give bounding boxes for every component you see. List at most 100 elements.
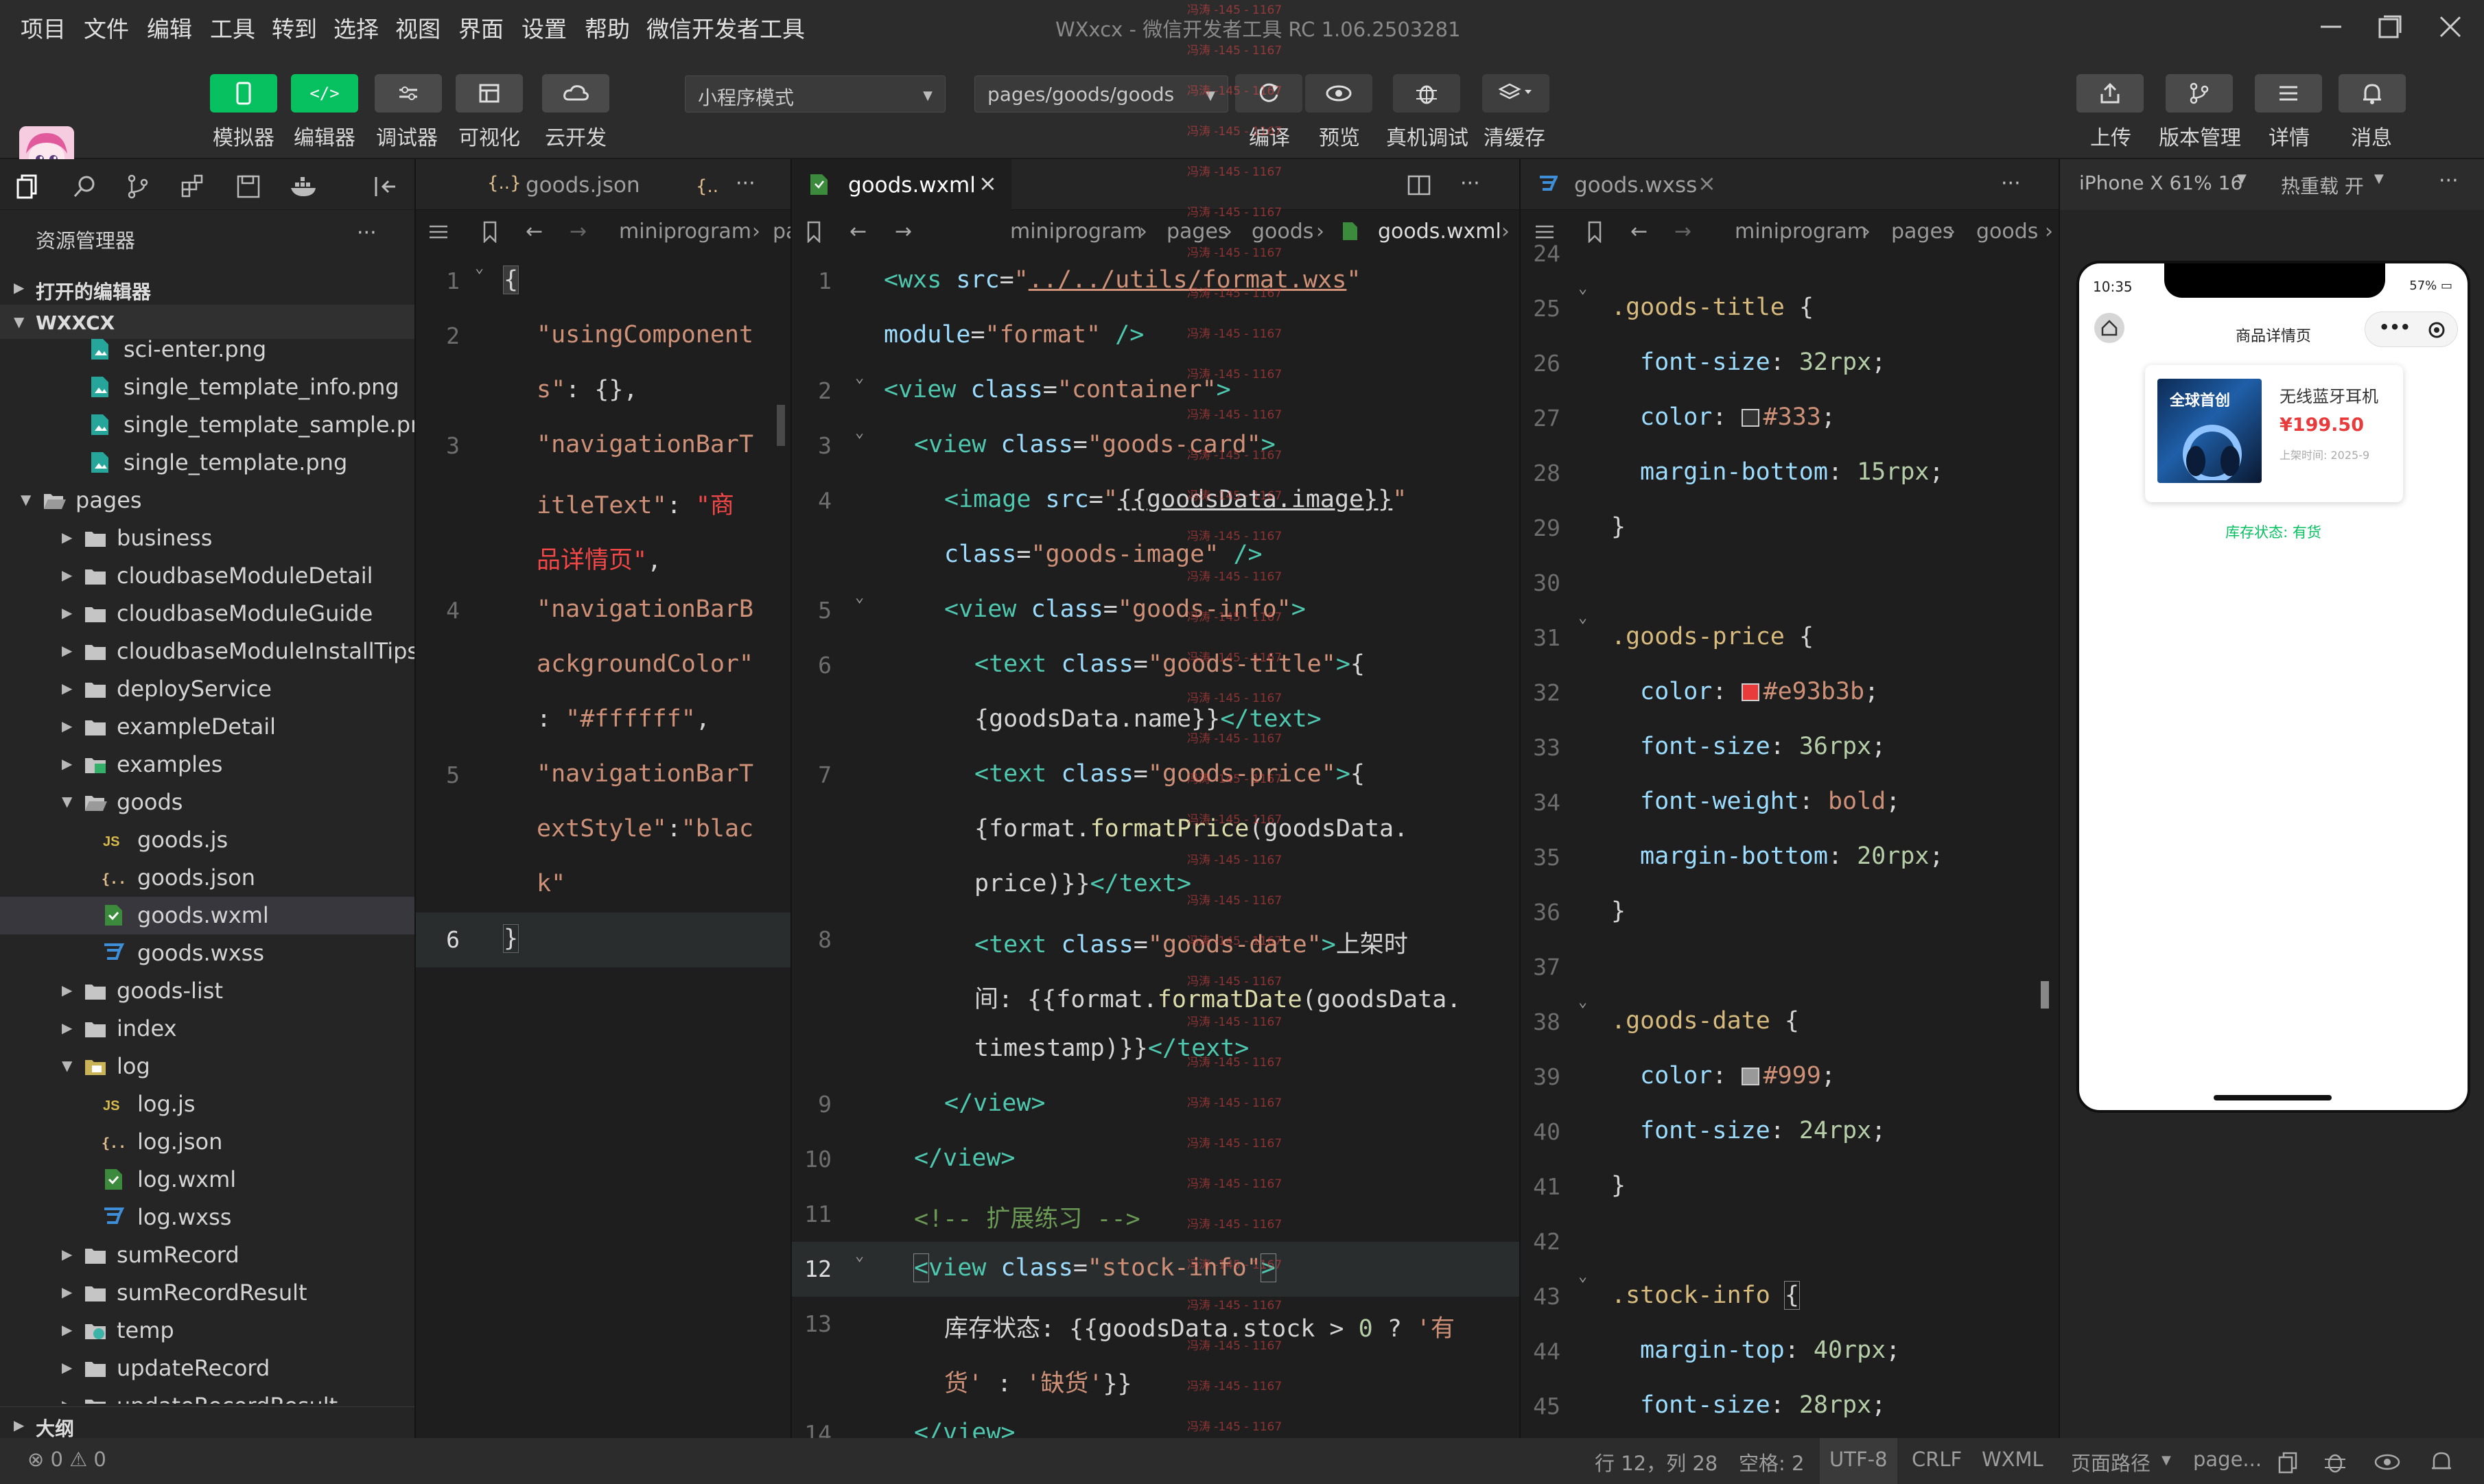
version-button[interactable] [2166, 74, 2233, 113]
editor-toggle-button[interactable]: </> [291, 74, 358, 113]
more-icon[interactable]: ··· [736, 172, 755, 196]
tree-folder[interactable]: ▶ cloudbaseModuleDetail [0, 557, 414, 595]
menu-settings[interactable]: 设置 [522, 11, 567, 44]
encoding[interactable]: UTF-8 [1820, 1438, 1897, 1484]
messages-button[interactable] [2339, 74, 2406, 113]
bookmark-icon[interactable] [482, 221, 498, 243]
more-icon[interactable]: ··· [1460, 172, 1480, 196]
indentation[interactable]: 空格: 2 [1739, 1448, 1804, 1476]
tree-folder[interactable]: ▼ log [0, 1048, 414, 1085]
tree-file[interactable]: single_template.png [0, 444, 414, 482]
back-arrow-icon[interactable]: ← [850, 220, 867, 244]
chevron-right-icon[interactable]: ▶ [62, 1284, 72, 1300]
copy-icon[interactable] [2277, 1450, 2300, 1474]
chevron-down-icon[interactable]: ▼ [62, 1057, 72, 1074]
upload-button[interactable] [2076, 74, 2144, 113]
chevron-down-icon[interactable]: ▼ [21, 491, 31, 508]
tree-folder[interactable]: ▼ goods [0, 784, 414, 821]
tree-folder[interactable]: ▶ exampleDetail [0, 708, 414, 746]
tab-goods-wxml[interactable]: goods.wxml × [792, 159, 1011, 210]
extensions-icon[interactable] [180, 173, 207, 200]
menu-interface[interactable]: 界面 [458, 11, 504, 44]
page-path[interactable]: 页面路径 [2071, 1448, 2151, 1476]
chevron-right-icon[interactable]: ▶ [62, 529, 72, 545]
tree-file[interactable]: log.wxml [0, 1161, 414, 1199]
tab-goods-wxss[interactable]: goods.wxss × [1521, 159, 1726, 210]
chevron-right-icon[interactable]: ▶ [62, 1397, 72, 1404]
tree-folder[interactable]: ▶ updateRecord [0, 1350, 414, 1387]
cursor-position[interactable]: 行 12，列 28 [1595, 1448, 1718, 1476]
files-icon[interactable] [15, 173, 43, 200]
forward-arrow-icon[interactable]: → [570, 220, 587, 244]
close-capsule-icon[interactable] [2427, 320, 2446, 340]
save-icon[interactable] [235, 173, 262, 200]
menu-file[interactable]: 文件 [84, 11, 129, 44]
open-editors-section[interactable]: ▶ 打开的编辑器 [0, 270, 414, 305]
tab-json-2[interactable]: {.. [696, 159, 730, 210]
breadcrumb-item[interactable]: miniprogram [1010, 220, 1143, 244]
visual-toggle-button[interactable] [456, 74, 523, 113]
breadcrumb-item[interactable]: miniprogram [619, 220, 751, 244]
more-icon[interactable]: ··· [2001, 172, 2021, 196]
editor-goods-wxss[interactable]: goods.wxss × ··· ← → miniprogram › pages… [1519, 159, 2059, 1438]
more-icon[interactable]: ••• [2379, 318, 2411, 337]
tree-file[interactable]: single_template_sample.png [0, 406, 414, 444]
close-icon[interactable]: × [979, 170, 997, 196]
tab-goods-json[interactable]: {..} goods.json [416, 159, 640, 210]
page-path-value[interactable]: page... [2193, 1448, 2262, 1471]
menu-tools[interactable]: 工具 [210, 11, 255, 44]
tree-folder[interactable]: ▼ pages [0, 482, 414, 519]
menu-edit[interactable]: 编辑 [147, 11, 192, 44]
breadcrumb-item[interactable]: goods.wxml [1378, 220, 1501, 244]
minimize-button[interactable] [2312, 8, 2350, 45]
forward-arrow-icon[interactable]: → [895, 220, 912, 244]
tree-file[interactable]: goods.wxml [0, 897, 414, 934]
preview-button[interactable] [1305, 74, 1372, 113]
tree-file[interactable]: single_template_info.png [0, 368, 414, 406]
chevron-right-icon[interactable]: ▶ [62, 604, 72, 621]
list-icon[interactable] [428, 224, 449, 240]
editor-goods-wxml[interactable]: goods.wxml × ··· ← → miniprogram › pages… [790, 159, 1519, 1438]
remote-debug-button[interactable] [1393, 74, 1460, 113]
menu-help[interactable]: 帮助 [585, 11, 630, 44]
tree-folder[interactable]: ▶ sumRecordResult [0, 1274, 414, 1312]
split-editor-icon[interactable] [1407, 174, 1431, 196]
tree-folder[interactable]: ▶ temp [0, 1312, 414, 1350]
tree-folder[interactable]: ▶ deployService [0, 670, 414, 708]
menu-project[interactable]: 项目 [21, 11, 66, 44]
problems-indicator[interactable]: ⊗ 0 ⚠ 0 [27, 1448, 106, 1471]
debugger-toggle-button[interactable] [375, 74, 442, 113]
clear-cache-button[interactable] [1482, 74, 1549, 113]
cloud-button[interactable] [542, 74, 609, 113]
tree-folder[interactable]: ▶ cloudbaseModuleGuide [0, 595, 414, 633]
tree-folder[interactable]: ▶ examples [0, 746, 414, 784]
bell-icon[interactable] [2429, 1449, 2454, 1475]
mode-select[interactable]: 小程序模式 ▼ [685, 75, 946, 113]
language-mode[interactable]: WXML [1982, 1448, 2043, 1471]
tree-file[interactable]: JS goods.js [0, 821, 414, 859]
more-icon[interactable]: ··· [2439, 169, 2459, 193]
chevron-right-icon[interactable]: ▶ [62, 982, 72, 998]
maximize-button[interactable] [2371, 8, 2409, 45]
tree-folder[interactable]: ▶ cloudbaseModuleInstallTips [0, 633, 414, 670]
tree-folder[interactable]: ▶ index [0, 1010, 414, 1048]
docker-icon[interactable] [288, 173, 320, 200]
close-button[interactable] [2432, 8, 2469, 45]
scrollbar-thumb[interactable] [777, 405, 785, 446]
code-area[interactable]: 1 <wxs src="../../utils/format.wxs" modul… [792, 254, 1519, 1438]
tree-file[interactable]: goods.wxss [0, 934, 414, 972]
editor-goods-json[interactable]: {..} goods.json {.. ··· ← → miniprogram … [414, 159, 790, 1438]
tree-file[interactable]: JS log.js [0, 1085, 414, 1123]
phone-screen[interactable]: 10:35 57% ▭ 商品详情页 ••• 全球首创 无线蓝牙耳机 ¥199.5… [2076, 261, 2470, 1113]
scrollbar-thumb[interactable] [2041, 981, 2049, 1009]
source-control-icon[interactable] [125, 173, 152, 200]
capsule-menu[interactable]: ••• [2365, 311, 2458, 347]
chevron-right-icon[interactable]: ▶ [62, 642, 72, 659]
outline-section[interactable]: ▶ 大纲 [0, 1406, 414, 1441]
chevron-right-icon[interactable]: ▶ [62, 1359, 72, 1376]
goods-card[interactable]: 全球首创 无线蓝牙耳机 ¥199.50 上架时间: 2025-9 [2145, 365, 2403, 502]
tree-file[interactable]: sci-enter.png [0, 333, 414, 368]
menu-select[interactable]: 选择 [333, 11, 379, 44]
breadcrumb-item[interactable]: pages [1167, 220, 1229, 244]
chevron-right-icon[interactable]: ▶ [62, 1246, 72, 1262]
